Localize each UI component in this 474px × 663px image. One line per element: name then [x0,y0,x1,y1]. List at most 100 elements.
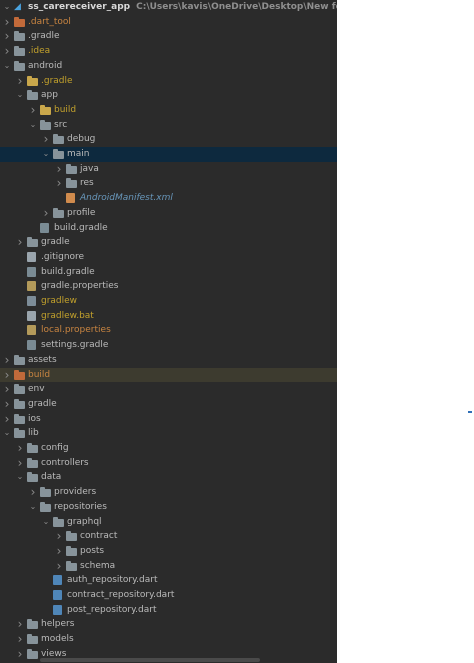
tree-row[interactable]: gradlew.bat [0,309,337,324]
chevron-right-icon[interactable]: › [15,617,25,632]
tree-row[interactable]: › profile [0,206,337,221]
tree-row[interactable]: › .gradle [0,29,337,44]
folder-icon [66,560,77,571]
tree-row[interactable]: ⌄ ◢ ss_carereceiver_app C:\Users\kavis\OneD… [0,0,337,15]
tree-row[interactable]: contract_repository.dart [0,588,337,603]
chevron-right-icon[interactable]: › [54,529,64,544]
tree-row[interactable]: build.gradle [0,265,337,280]
tree-item-label: config [41,443,69,453]
tree-row[interactable]: .gitignore [0,250,337,265]
folder-icon [14,60,25,71]
chevron-right-icon[interactable]: › [2,44,12,59]
chevron-right-icon[interactable]: › [2,382,12,397]
tree-row[interactable]: › .gradle [0,74,337,89]
chevron-down-icon[interactable]: ⌄ [2,426,12,441]
dart-file-icon [53,590,62,600]
chevron-down-icon[interactable]: ⌄ [41,147,51,162]
tree-row[interactable]: › .idea [0,44,337,59]
tree-row[interactable]: › models [0,632,337,647]
tree-item-label: lib [28,428,39,439]
chevron-right-icon[interactable]: › [2,15,12,30]
horizontal-scrollbar[interactable] [40,658,260,662]
tree-row[interactable]: › build [0,367,337,383]
chevron-down-icon[interactable]: ⌄ [28,500,38,515]
tree-row[interactable]: ⌄ data [0,470,337,485]
tree-row[interactable]: › .dart_tool [0,15,337,30]
tree-row[interactable]: › debug [0,132,337,147]
tree-row[interactable]: › gradle [0,397,337,412]
tree-row[interactable]: › gradle [0,235,337,250]
tree-row[interactable]: settings.gradle [0,338,337,353]
tree-item-label: .gitignore [41,251,85,262]
xml-file-icon [66,193,75,204]
project-tree-panel[interactable]: ⌄ ◢ ss_carereceiver_app C:\Users\kavis\OneD… [0,0,337,663]
folder-icon [53,149,64,159]
chevron-right-icon[interactable]: › [41,132,51,147]
tree-row[interactable]: gradlew [0,294,337,309]
chevron-right-icon[interactable]: › [41,206,51,221]
tree-row[interactable]: › helpers [0,617,337,632]
chevron-right-icon[interactable]: › [15,441,25,456]
tree-row[interactable]: AndroidManifest.xml [0,191,337,206]
chevron-right-icon[interactable]: › [2,412,12,427]
tree-row[interactable]: ⌄ main [0,147,337,162]
tree-item-label: data [41,472,62,483]
tree-row[interactable]: › assets [0,353,337,368]
tree-row[interactable]: › env [0,382,337,397]
tree-row[interactable]: ⌄ android [0,59,337,74]
tree-row[interactable]: › res [0,176,337,191]
folder-icon [66,545,77,556]
tree-row[interactable]: › controllers [0,456,337,471]
tree-row[interactable]: auth_repository.dart [0,573,337,588]
tree-row[interactable]: post_repository.dart [0,603,337,618]
folder-icon [53,134,64,145]
tree-row[interactable]: gradle.properties [0,279,337,294]
tree-row[interactable]: › contract [0,529,337,544]
chevron-right-icon[interactable]: › [15,456,25,471]
chevron-down-icon[interactable]: ⌄ [15,88,25,103]
tree-row[interactable]: › ios [0,412,337,427]
chevron-down-icon[interactable]: ⌄ [2,59,12,74]
tree-item-label: repositories [54,501,107,512]
chevron-down-icon[interactable]: ⌄ [41,515,51,530]
chevron-right-icon[interactable]: › [28,485,38,500]
tree-row[interactable]: build.gradle [0,221,337,236]
chevron-down-icon[interactable]: ⌄ [28,118,38,133]
folder-icon [14,384,25,395]
tree-item-label: src [54,119,68,130]
chevron-down-icon[interactable]: ⌄ [2,0,12,15]
tree-row[interactable]: › providers [0,485,337,500]
tree-item-label: ios [28,413,41,424]
chevron-right-icon[interactable]: › [54,544,64,559]
chevron-down-icon[interactable]: ⌄ [15,470,25,485]
chevron-right-icon[interactable]: › [15,235,25,250]
tree-row[interactable]: ⌄ lib [0,426,337,441]
chevron-right-icon[interactable]: › [2,29,12,44]
chevron-right-icon[interactable]: › [15,74,25,89]
chevron-right-icon[interactable]: › [54,559,64,574]
chevron-right-icon[interactable]: › [54,162,64,177]
chevron-right-icon[interactable]: › [2,368,12,383]
tree-item-label: assets [28,354,57,365]
tree-row[interactable]: › config [0,441,337,456]
tree-row[interactable]: ⌄ src [0,118,337,133]
flutter-icon: ◢ [14,2,21,12]
chevron-right-icon[interactable]: › [2,353,12,368]
tree-row[interactable]: ⌄ graphql [0,515,337,530]
tree-row[interactable]: › posts [0,544,337,559]
tree-row[interactable]: ⌄ app [0,88,337,103]
tree-item-label: controllers [41,457,89,468]
tree-item-label: models [41,634,74,645]
tree-row[interactable]: › java [0,162,337,177]
folder-icon [14,369,25,380]
chevron-right-icon[interactable]: › [54,176,64,191]
chevron-right-icon[interactable]: › [15,632,25,647]
tree-row[interactable]: ⌄ repositories [0,500,337,515]
chevron-right-icon[interactable]: › [15,647,25,662]
chevron-right-icon[interactable]: › [28,103,38,118]
tree-row[interactable]: local.properties [0,323,337,338]
tree-row[interactable]: › build [0,103,337,118]
tree-row[interactable]: › schema [0,559,337,574]
chevron-right-icon[interactable]: › [2,397,12,412]
